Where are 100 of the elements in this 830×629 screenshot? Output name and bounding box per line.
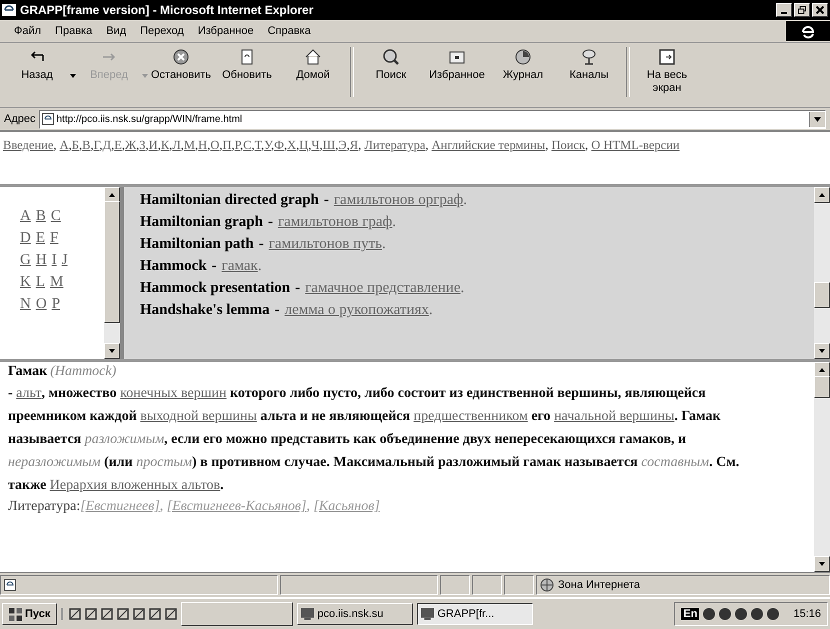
dropdown-button[interactable] <box>809 112 825 126</box>
toolbar-button[interactable]: Назад <box>4 47 70 82</box>
tray-icon[interactable] <box>767 608 780 620</box>
nav-link[interactable]: Введение <box>3 138 54 152</box>
glossary-link[interactable]: начальной вершины <box>554 409 674 424</box>
glossary-link[interactable]: Иерархия вложенных альтов <box>50 478 220 493</box>
translation-link[interactable]: гамильтонов орграф <box>334 192 464 208</box>
nav-link[interactable]: Р <box>234 138 240 152</box>
menu-item[interactable]: Избранное <box>198 25 254 37</box>
nav-link[interactable]: Т <box>254 138 261 152</box>
nav-link[interactable]: Ф <box>274 138 284 152</box>
nav-link[interactable]: Ж <box>124 138 136 152</box>
toolbar-button[interactable]: Поиск <box>358 47 424 82</box>
nav-link[interactable]: А <box>60 138 69 152</box>
nav-link[interactable]: Я <box>350 138 358 152</box>
nav-link[interactable]: М <box>184 138 196 152</box>
nav-link[interactable]: Э <box>338 138 347 152</box>
menu-item[interactable]: Переход <box>140 25 184 37</box>
letter-link[interactable]: J <box>62 249 68 271</box>
toolbar-button[interactable]: Обновить <box>214 47 280 82</box>
toolbar-button[interactable]: Журнал <box>490 47 556 82</box>
glossary-link[interactable]: конечных вершин <box>120 386 227 401</box>
letter-link[interactable]: N <box>20 293 31 315</box>
toolbar-button[interactable]: На весь экран <box>634 47 700 95</box>
nav-link[interactable]: В <box>82 138 90 152</box>
nav-link[interactable]: Б <box>72 138 79 152</box>
scrollbar-thumb[interactable] <box>814 376 830 398</box>
tray-icon[interactable] <box>719 608 732 620</box>
quick-launch-icon[interactable] <box>149 608 162 620</box>
translation-link[interactable]: гамильтонов путь <box>268 236 382 252</box>
close-button[interactable] <box>812 3 828 17</box>
letter-link[interactable]: E <box>36 227 46 249</box>
quick-launch-icon[interactable] <box>101 608 114 620</box>
nav-link[interactable]: Л <box>172 138 181 152</box>
letter-link[interactable]: B <box>36 205 46 227</box>
scrollbar[interactable] <box>814 362 830 572</box>
menu-item[interactable]: Правка <box>55 25 92 37</box>
glossary-link[interactable]: предшественником <box>414 409 528 424</box>
translation-link[interactable]: гамак <box>222 258 258 274</box>
letter-link[interactable]: P <box>52 293 60 315</box>
glossary-link[interactable]: альт <box>16 386 42 401</box>
toolbar-button[interactable]: Домой <box>280 47 346 82</box>
letter-link[interactable]: C <box>50 205 61 227</box>
letter-link[interactable]: O <box>36 293 47 315</box>
toolbar-button[interactable]: Каналы <box>556 47 622 82</box>
taskbar-button[interactable]: pco.iis.nsk.su <box>297 603 414 625</box>
nav-link[interactable]: О <box>210 138 220 152</box>
translation-link[interactable]: гамильтонов граф <box>278 214 392 230</box>
letter-link[interactable]: G <box>20 249 31 271</box>
nav-link[interactable]: Ш <box>322 138 336 152</box>
toolbar-button[interactable]: Остановить <box>148 47 214 82</box>
nav-link[interactable]: Н <box>198 138 208 152</box>
tray-icon[interactable] <box>703 608 716 620</box>
scrollbar-thumb[interactable] <box>104 201 120 323</box>
letter-link[interactable]: L <box>36 271 46 293</box>
scrollbar[interactable] <box>104 187 120 359</box>
scrollbar[interactable] <box>814 187 830 359</box>
letter-link[interactable]: M <box>50 271 64 293</box>
menu-item[interactable]: Справка <box>268 25 311 37</box>
nav-link[interactable]: С <box>243 138 252 152</box>
letter-link[interactable]: A <box>20 205 31 227</box>
menu-item[interactable]: Вид <box>106 25 126 37</box>
nav-link[interactable]: Английские термины <box>432 138 546 152</box>
menu-item[interactable]: Файл <box>14 25 42 37</box>
taskbar-button[interactable]: GRAPP[fr... <box>417 603 534 625</box>
glossary-link[interactable]: выходной вершины <box>140 409 257 424</box>
nav-link[interactable]: Е <box>114 138 122 152</box>
quick-launch-icon[interactable] <box>165 608 178 620</box>
letter-link[interactable]: H <box>36 249 47 271</box>
nav-link[interactable]: Литература <box>364 138 426 152</box>
quick-launch-icon[interactable] <box>69 608 82 620</box>
nav-link[interactable]: Ц <box>299 138 308 152</box>
tray-icon[interactable] <box>735 608 748 620</box>
address-field[interactable]: http://pco.iis.nsk.su/grapp/WIN/frame.html <box>38 110 826 128</box>
translation-link[interactable]: гамачное представление <box>305 280 460 296</box>
nav-link[interactable]: У <box>264 138 271 152</box>
letter-link[interactable]: K <box>20 271 31 293</box>
quick-launch-icon[interactable] <box>133 608 146 620</box>
minimize-button[interactable] <box>776 3 792 17</box>
letter-link[interactable]: D <box>20 227 31 249</box>
nav-link[interactable]: Поиск <box>551 138 586 152</box>
language-indicator[interactable]: En <box>681 608 700 620</box>
nav-link[interactable]: К <box>160 138 170 152</box>
tray-icon[interactable] <box>751 608 764 620</box>
start-button[interactable]: Пуск <box>2 603 58 625</box>
letter-link[interactable]: F <box>50 227 58 249</box>
quick-launch-icon[interactable] <box>85 608 98 620</box>
nav-link[interactable]: Х <box>287 138 296 152</box>
nav-link[interactable]: Д <box>102 138 112 152</box>
caret-icon[interactable] <box>70 74 76 78</box>
scrollbar-thumb[interactable] <box>814 282 830 308</box>
quick-launch-icon[interactable] <box>117 608 130 620</box>
nav-link[interactable]: Ч <box>311 138 320 152</box>
nav-link[interactable]: З <box>139 138 146 152</box>
letter-link[interactable]: I <box>52 249 57 271</box>
nav-link[interactable]: О HTML-версии <box>591 138 680 152</box>
nav-link[interactable]: П <box>222 138 232 152</box>
nav-link[interactable]: И <box>148 138 158 152</box>
translation-link[interactable]: лемма о рукопожатиях <box>284 302 429 318</box>
maximize-button[interactable] <box>794 3 810 17</box>
